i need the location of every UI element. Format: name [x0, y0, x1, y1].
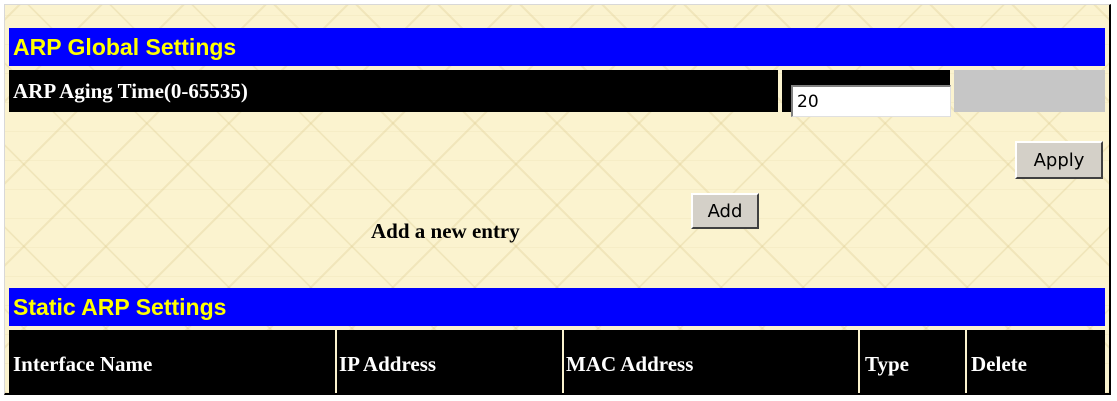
- arp-panel: ARP Global Settings ARP Aging Time(0-655…: [4, 4, 1111, 395]
- add-button[interactable]: Add: [691, 193, 759, 229]
- column-header-interface-name: Interface Name: [13, 352, 153, 376]
- column-header-ip-address: IP Address: [339, 352, 437, 376]
- column-header-mac-address: MAC Address: [566, 352, 694, 376]
- static-arp-table-header: Interface Name IP Address MAC Address Ty…: [9, 330, 1105, 393]
- arp-aging-time-input[interactable]: [791, 85, 951, 117]
- column-header-type: Type: [865, 352, 909, 376]
- arp-aging-spacer: [954, 70, 1105, 112]
- apply-button[interactable]: Apply: [1015, 141, 1103, 179]
- add-new-entry-label: Add a new entry: [371, 219, 520, 243]
- arp-global-settings-title: ARP Global Settings: [13, 33, 237, 60]
- arp-global-settings-header: ARP Global Settings: [9, 28, 1105, 66]
- column-divider: [562, 330, 564, 393]
- arp-aging-label-cell: ARP Aging Time(0-65535): [9, 70, 778, 112]
- column-divider: [965, 330, 967, 393]
- arp-aging-label: ARP Aging Time(0-65535): [13, 78, 248, 103]
- static-arp-settings-title: Static ARP Settings: [13, 293, 227, 320]
- column-header-delete: Delete: [971, 352, 1027, 376]
- column-divider: [858, 330, 860, 393]
- static-arp-settings-header: Static ARP Settings: [9, 288, 1105, 326]
- column-divider: [335, 330, 337, 393]
